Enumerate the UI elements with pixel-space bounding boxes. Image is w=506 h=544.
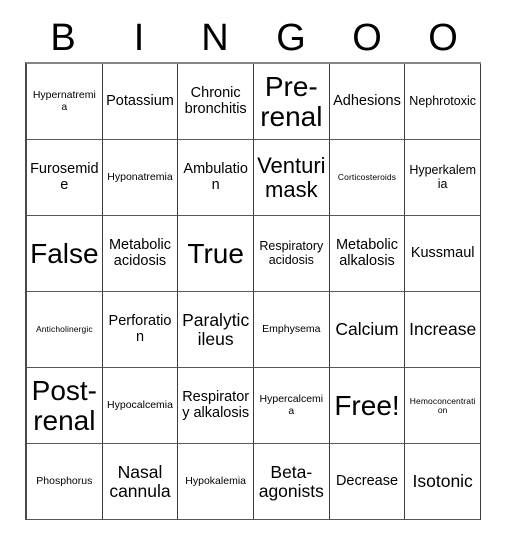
bingo-cell[interactable]: Metabolic acidosis [102,216,179,292]
bingo-cell[interactable]: Potassium [102,64,179,140]
bingo-cell[interactable]: Kussmaul [405,216,481,292]
bingo-cell[interactable]: Corticosteroids [329,140,406,216]
bingo-cell[interactable]: Paralytic ileus [178,292,254,368]
bingo-header-row: B I N G O O [25,14,481,62]
bingo-cell-label: True [187,237,244,269]
bingo-cell-label: Potassium [106,92,174,109]
bingo-header-letter-3: N [201,17,229,59]
bingo-cell[interactable]: Pre-renal [253,64,330,140]
bingo-cell-label: Calcium [335,319,399,340]
bingo-cell-label: Emphysema [262,322,321,335]
bingo-cell[interactable]: Isotonic [405,444,481,520]
bingo-cell[interactable]: Hyperkalemia [405,140,481,216]
bingo-cell-label: Hyperkalemia [409,163,476,191]
bingo-cell-label: Beta-agonists [258,461,324,501]
bingo-cell[interactable]: Increase [405,292,481,368]
bingo-cell-label: Paralytic ileus [182,309,250,349]
bingo-header-letter-2: I [133,17,145,59]
bingo-cell[interactable]: Hyponatremia [102,140,179,216]
bingo-cell[interactable]: Metabolic alkalosis [329,216,406,292]
bingo-card: B I N G O O Hypernatremia Potassium Chroni… [0,0,506,544]
bingo-cell[interactable]: Perforation [102,292,179,368]
bingo-cell-label: Hypernatremia [32,89,96,113]
bingo-cell[interactable]: Adhesions [329,64,406,140]
bingo-cell[interactable]: Respiratory acidosis [253,216,330,292]
bingo-cell-label: Hypokalemia [185,474,246,487]
bingo-cell[interactable]: Anticholinergic [27,292,103,368]
bingo-cell[interactable]: Hemoconcentration [405,368,481,444]
bingo-header-letter-6: O [428,17,458,59]
bingo-cell[interactable]: Venturi mask [253,140,330,216]
bingo-cell-label: Metabolic alkalosis [335,237,399,269]
bingo-cell[interactable]: Phosphorus [27,444,103,520]
bingo-cell[interactable]: Post-renal [27,368,103,444]
bingo-header-letter-5: O [352,17,382,59]
bingo-cell[interactable]: Hypercalcemia [253,368,330,444]
bingo-cell[interactable]: Nasal cannula [102,444,179,520]
bingo-cell-label: Hypocalcemia [107,398,173,411]
bingo-cell-label: Chronic bronchitis [184,85,247,117]
bingo-cell-label: Furosemide [30,161,99,193]
bingo-cell-label: Respiratory acidosis [259,239,324,267]
bingo-cell-label: Kussmaul [410,244,475,261]
bingo-cell-label: Hemoconcentration [409,395,476,415]
bingo-cell[interactable]: Nephrotoxic [405,64,481,140]
bingo-cell[interactable]: Ambulation [178,140,254,216]
bingo-cell[interactable]: Calcium [329,292,406,368]
bingo-cell-label: Free! [334,389,400,421]
bingo-cell[interactable]: Respiratory alkalosis [178,368,254,444]
bingo-cell[interactable]: Free! [329,368,406,444]
bingo-grid: Hypernatremia Potassium Chronic bronchitis… [25,62,481,520]
bingo-cell-label: Venturi mask [257,153,326,202]
bingo-cell[interactable]: Emphysema [253,292,330,368]
bingo-cell[interactable]: Hypocalcemia [102,368,179,444]
bingo-cell-label: Post-renal [31,374,97,436]
bingo-cell[interactable]: False [27,216,103,292]
bingo-cell-label: Isotonic [412,471,473,492]
bingo-cell-label: Anticholinergic [35,324,93,334]
bingo-header-letter-1: B [50,17,76,59]
bingo-header-letter-4: G [276,17,306,59]
bingo-cell-label: Nephrotoxic [409,93,476,108]
bingo-cell[interactable]: Hypokalemia [178,444,254,520]
bingo-cell-label: Respiratory alkalosis [182,389,250,421]
bingo-cell-label: Hypercalcemia [259,393,324,417]
bingo-cell-label: Ambulation [183,161,248,193]
bingo-cell[interactable]: Decrease [329,444,406,520]
bingo-cell-label: Metabolic acidosis [108,237,172,269]
bingo-cell-label: Pre-renal [260,70,323,132]
bingo-cell-label: Perforation [108,313,172,345]
bingo-cell[interactable]: Chronic bronchitis [178,64,254,140]
bingo-cell-label: False [30,237,99,269]
bingo-cell[interactable]: Hypernatremia [27,64,103,140]
bingo-cell-label: Hyponatremia [107,170,173,183]
bingo-cell-label: Corticosteroids [337,172,397,182]
bingo-cell-label: Adhesions [333,92,401,109]
bingo-cell-label: Increase [409,319,477,340]
bingo-cell-label: Phosphorus [36,474,93,487]
bingo-cell[interactable]: True [178,216,254,292]
bingo-cell[interactable]: Furosemide [27,140,103,216]
bingo-cell-label: Nasal cannula [109,461,171,501]
bingo-cell-label: Decrease [335,472,399,489]
bingo-cell[interactable]: Beta-agonists [253,444,330,520]
